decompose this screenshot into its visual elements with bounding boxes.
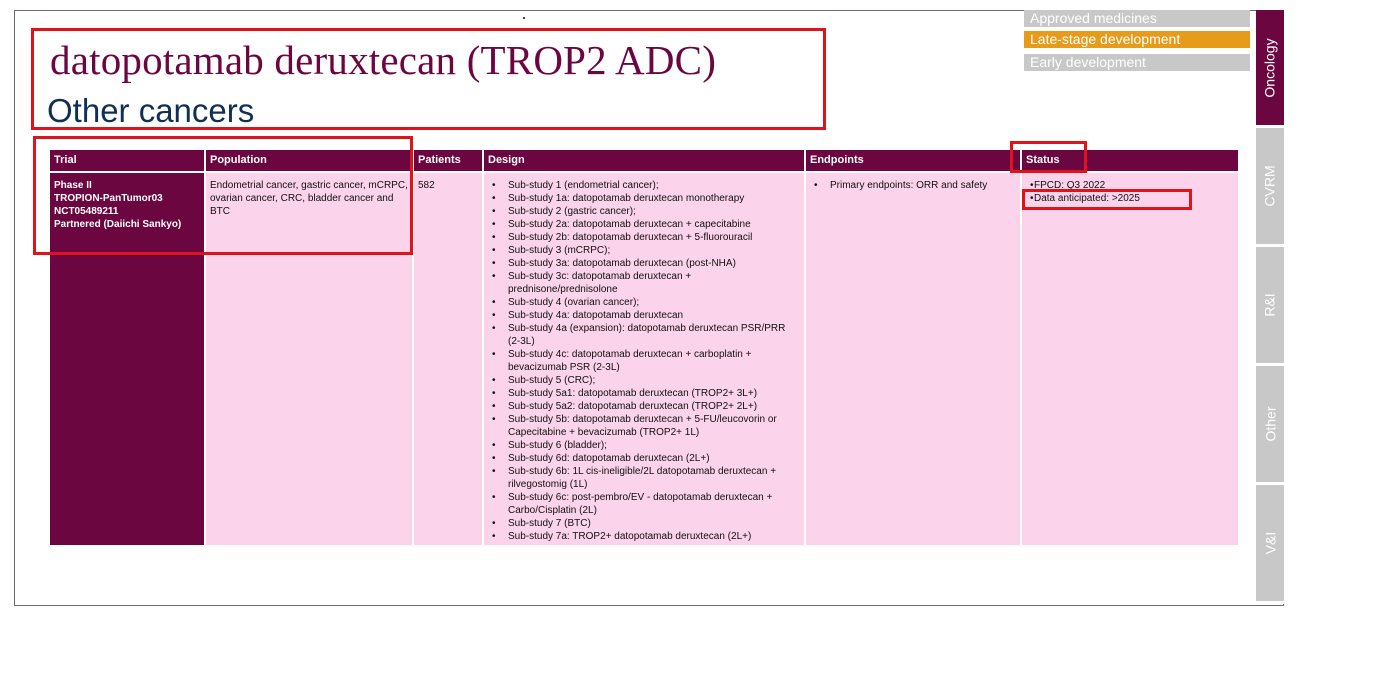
tab-label: R&I (1262, 293, 1278, 317)
header-patients: Patients (414, 150, 482, 171)
design-item: Sub-study 5a2: datopotamab deruxtecan (T… (488, 400, 800, 413)
design-item: Sub-study 6c: post-pembro/EV - datopotam… (488, 491, 800, 517)
design-item: Sub-study 4 (ovarian cancer); (488, 296, 800, 309)
cell-endpoints: Primary endpoints: ORR and safety (806, 173, 1020, 545)
design-item: Sub-study 4c: datopotamab deruxtecan + c… (488, 348, 800, 374)
highlight-box-data-anticipated (1022, 189, 1192, 210)
design-item: Sub-study 4a (expansion): datopotamab de… (488, 322, 800, 348)
tab-label: CVRM (1262, 165, 1279, 207)
legend-late-stage-development: Late-stage development (1024, 31, 1250, 48)
tab-vi[interactable]: V&I (1256, 485, 1284, 604)
design-item: Sub-study 2 (gastric cancer); (488, 205, 800, 218)
design-item: Sub-study 6b: 1L cis-ineligible/2L datop… (488, 465, 800, 491)
design-item: Sub-study 3 (mCRPC); (488, 244, 800, 257)
design-item: Sub-study 3a: datopotamab deruxtecan (po… (488, 257, 800, 270)
tab-ri[interactable]: R&I (1256, 247, 1284, 366)
tab-other[interactable]: Other (1256, 366, 1284, 485)
legend-approved-medicines: Approved medicines (1024, 10, 1250, 27)
highlight-box-title (31, 28, 826, 130)
design-item: Sub-study 1 (endometrial cancer); (488, 179, 800, 192)
design-item: Sub-study 2b: datopotamab deruxtecan + 5… (488, 231, 800, 244)
tab-label: Other (1262, 406, 1279, 442)
design-item: Sub-study 7 (BTC) (488, 517, 800, 530)
design-item: Sub-study 3c: datopotamab deruxtecan + p… (488, 270, 800, 296)
header-endpoints: Endpoints (806, 150, 1020, 171)
tab-label: Oncology (1262, 37, 1278, 98)
design-item: Sub-study 5b: datopotamab deruxtecan + 5… (488, 413, 800, 439)
design-item: Sub-study 7a: TROP2+ datopotamab deruxte… (488, 530, 800, 543)
tab-cvrm[interactable]: CVRM (1256, 128, 1284, 247)
highlight-box-status-header (1010, 141, 1087, 173)
patients-count: 582 (418, 180, 435, 191)
tab-label: V&I (1261, 531, 1278, 555)
endpoint-item: Primary endpoints: ORR and safety (810, 179, 1016, 192)
design-item: Sub-study 6 (bladder); (488, 439, 800, 452)
design-item: Sub-study 5 (CRC); (488, 374, 800, 387)
endpoints-list: Primary endpoints: ORR and safety (810, 179, 1016, 192)
design-item: Sub-study 2a: datopotamab deruxtecan + c… (488, 218, 800, 231)
tab-oncology[interactable]: Oncology (1256, 10, 1284, 128)
design-item: Sub-study 4a: datopotamab deruxtecan (488, 309, 800, 322)
design-list: Sub-study 1 (endometrial cancer); Sub-st… (488, 179, 800, 543)
cell-design: Sub-study 1 (endometrial cancer); Sub-st… (484, 173, 804, 545)
design-item: Sub-study 5a1: datopotamab deruxtecan (T… (488, 387, 800, 400)
design-item: Sub-study 1a: datopotamab deruxtecan mon… (488, 192, 800, 205)
highlight-box-trial-population (33, 136, 413, 255)
cell-status: FPCD: Q3 2022 Data anticipated: >2025 (1022, 173, 1238, 545)
cell-patients: 582 (414, 173, 482, 545)
header-design: Design (484, 150, 804, 171)
slide-marker-dot (523, 17, 525, 19)
legend-early-development: Early development (1024, 54, 1250, 71)
design-item: Sub-study 6d: datopotamab deruxtecan (2L… (488, 452, 800, 465)
